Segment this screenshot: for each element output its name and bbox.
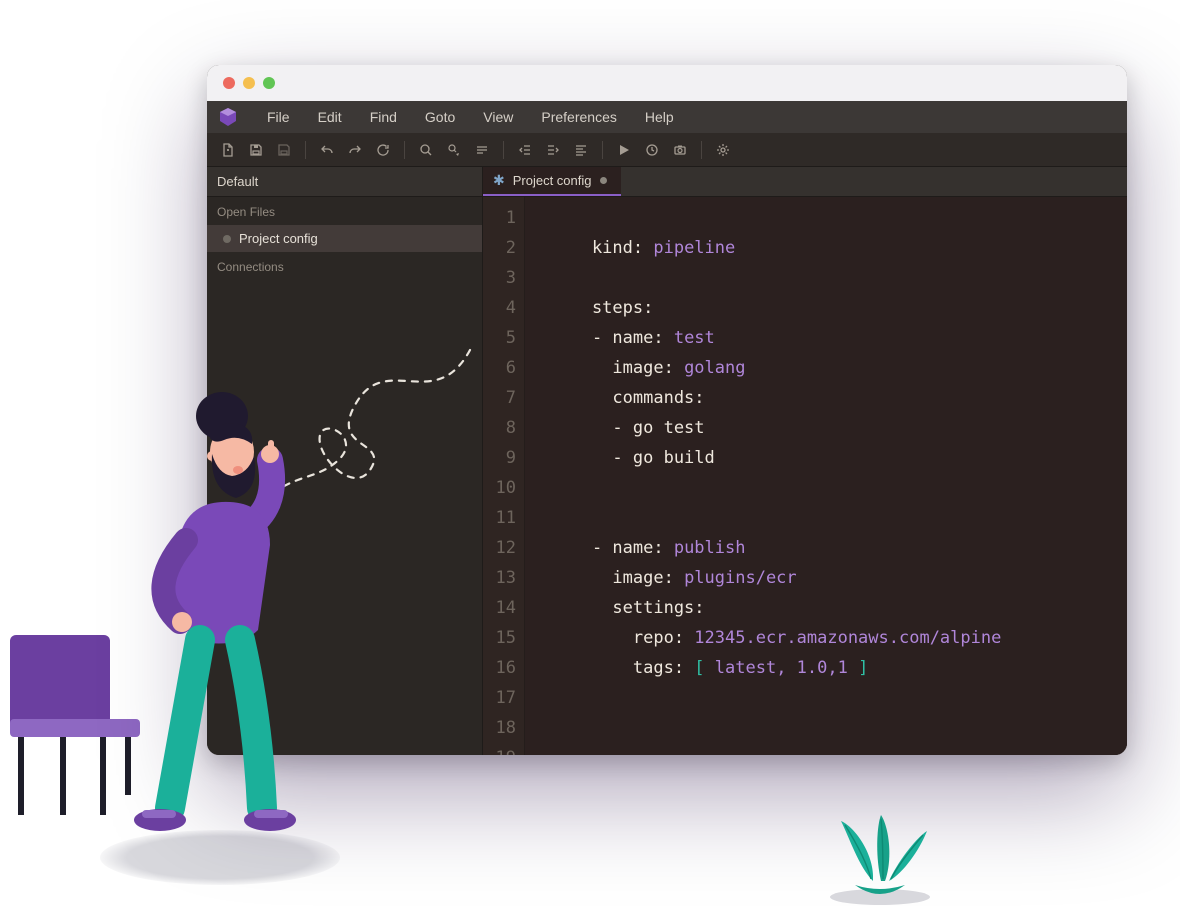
snapshot-icon[interactable] (667, 137, 693, 163)
code-area[interactable]: 1234567891011121314151617181920 kind: pi… (483, 197, 1127, 755)
connections-label: Connections (207, 252, 482, 280)
tab-dirty-dot-icon (600, 177, 607, 184)
ground-shadow (100, 830, 340, 885)
menu-edit[interactable]: Edit (304, 101, 356, 133)
redo-icon[interactable] (342, 137, 368, 163)
line-number-gutter: 1234567891011121314151617181920 (483, 197, 525, 755)
align-left-icon[interactable] (568, 137, 594, 163)
toolbar-separator (305, 141, 306, 159)
plant-illustration (815, 815, 945, 905)
menu-find[interactable]: Find (356, 101, 411, 133)
tab-project-config[interactable]: ✱ Project config (483, 167, 621, 196)
editor-window: FileEditFindGotoViewPreferencesHelp Defa… (207, 65, 1127, 755)
indent-left-icon[interactable] (512, 137, 538, 163)
sidebar-heading[interactable]: Default (207, 167, 482, 197)
new-file-icon[interactable] (215, 137, 241, 163)
indent-right-icon[interactable] (540, 137, 566, 163)
open-files-label: Open Files (207, 197, 482, 225)
toolbar-separator (701, 141, 702, 159)
menu-preferences[interactable]: Preferences (527, 101, 630, 133)
run-icon[interactable] (611, 137, 637, 163)
save-icon[interactable] (243, 137, 269, 163)
tab-strip: ✱ Project config (483, 167, 1127, 197)
modified-dot-icon (223, 235, 231, 243)
minimize-window-icon[interactable] (243, 77, 255, 89)
menu-help[interactable]: Help (631, 101, 688, 133)
menu-goto[interactable]: Goto (411, 101, 469, 133)
toolbar-separator (602, 141, 603, 159)
sidebar-file-project-config[interactable]: Project config (207, 225, 482, 252)
tab-label: Project config (513, 173, 592, 188)
sidebar: Default Open Files Project config Connec… (207, 167, 483, 755)
history-icon[interactable] (639, 137, 665, 163)
settings-icon[interactable] (710, 137, 736, 163)
line-wrap-icon[interactable] (469, 137, 495, 163)
search-icon[interactable] (413, 137, 439, 163)
close-window-icon[interactable] (223, 77, 235, 89)
chair-illustration (0, 635, 160, 835)
menu-view[interactable]: View (469, 101, 527, 133)
menu-bar: FileEditFindGotoViewPreferencesHelp (207, 101, 1127, 133)
find-replace-icon[interactable] (441, 137, 467, 163)
menu-file[interactable]: File (253, 101, 304, 133)
toolbar-separator (404, 141, 405, 159)
undo-icon[interactable] (314, 137, 340, 163)
editor-pane: ✱ Project config 12345678910111213141516… (483, 167, 1127, 755)
save-all-icon[interactable] (271, 137, 297, 163)
toolbar (207, 133, 1127, 167)
toolbar-separator (503, 141, 504, 159)
refresh-icon[interactable] (370, 137, 396, 163)
maximize-window-icon[interactable] (263, 77, 275, 89)
title-bar (207, 65, 1127, 101)
app-logo-icon (217, 106, 239, 128)
sidebar-file-label: Project config (239, 231, 318, 246)
code-text[interactable]: kind: pipeline steps: - name: test image… (525, 197, 1127, 755)
